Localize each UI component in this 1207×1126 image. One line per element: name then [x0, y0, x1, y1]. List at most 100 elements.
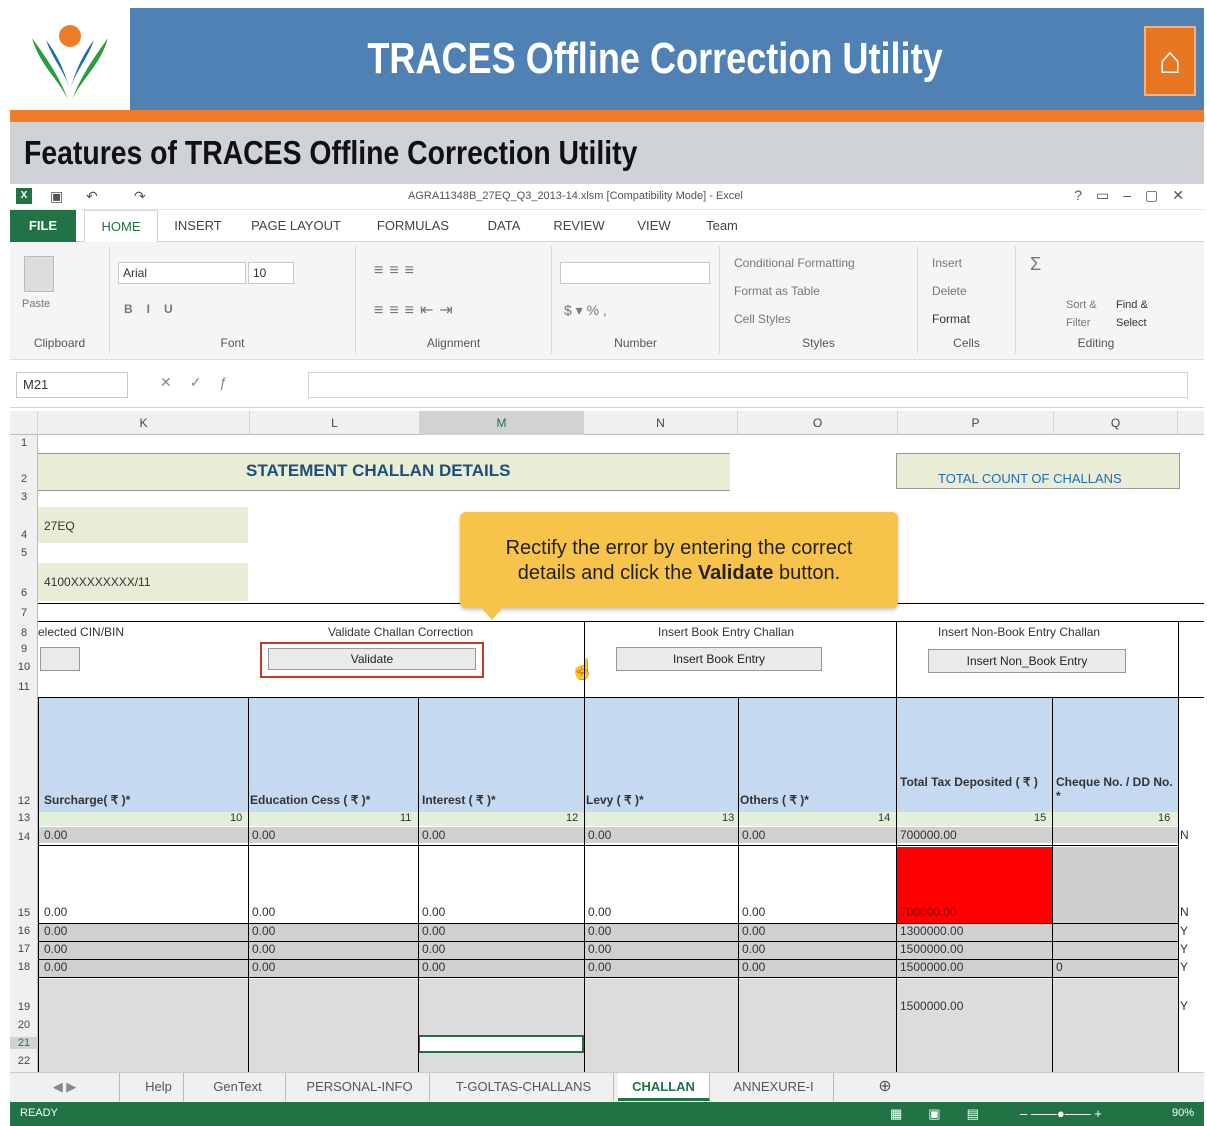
- r16-surcharge[interactable]: 0.00: [44, 924, 67, 938]
- align-icons[interactable]: ≡≡≡: [374, 262, 420, 280]
- indent-icons[interactable]: ≡≡≡⇤⇥: [374, 300, 459, 320]
- r14-surcharge[interactable]: 0.00: [44, 828, 67, 842]
- row-21[interactable]: 21: [10, 1037, 38, 1049]
- row-1[interactable]: 1: [10, 437, 38, 449]
- r17-surcharge[interactable]: 0.00: [44, 942, 67, 956]
- tab-team[interactable]: Team: [694, 210, 750, 242]
- row-6[interactable]: 6: [10, 587, 38, 599]
- view-mode-icons[interactable]: ▦▣▤: [890, 1106, 1005, 1122]
- r15-levy[interactable]: 0.00: [588, 905, 611, 919]
- r17-others[interactable]: 0.00: [742, 942, 765, 956]
- r15-surcharge[interactable]: 0.00: [44, 905, 67, 919]
- sheet-tab-gentext[interactable]: GenText: [190, 1073, 286, 1101]
- col-k[interactable]: K: [38, 411, 250, 435]
- r15-flag[interactable]: N: [1180, 905, 1189, 919]
- insert-cells-button[interactable]: Insert: [932, 256, 962, 270]
- r19-flag[interactable]: Y: [1180, 999, 1188, 1013]
- tab-home[interactable]: HOME: [84, 210, 158, 243]
- autosum-icon[interactable]: Σ: [1030, 254, 1041, 275]
- r16-levy[interactable]: 0.00: [588, 924, 611, 938]
- sheet-tab-goltas-challans[interactable]: T-GOLTAS-CHALLANS: [434, 1073, 614, 1101]
- insert-book-entry-button[interactable]: Insert Book Entry: [616, 647, 822, 671]
- r16-total[interactable]: 1300000.00: [900, 924, 963, 938]
- col-m[interactable]: M: [420, 411, 584, 435]
- r16-flag[interactable]: Y: [1180, 924, 1188, 938]
- row-19[interactable]: 19: [10, 1001, 38, 1013]
- row-16[interactable]: 16: [10, 925, 38, 937]
- row-15[interactable]: 15: [10, 907, 38, 919]
- font-style-icons[interactable]: BIU: [124, 302, 187, 316]
- number-format-combo[interactable]: [560, 262, 710, 284]
- r14-levy[interactable]: 0.00: [588, 828, 611, 842]
- validate-button[interactable]: Validate: [268, 648, 476, 670]
- row-7[interactable]: 7: [10, 607, 38, 619]
- r18-levy[interactable]: 0.00: [588, 960, 611, 974]
- redo-icon[interactable]: ↷: [134, 188, 146, 205]
- row-3[interactable]: 3: [10, 491, 38, 503]
- r17-levy[interactable]: 0.00: [588, 942, 611, 956]
- r18-flag[interactable]: Y: [1180, 960, 1188, 974]
- row-20[interactable]: 20: [10, 1019, 38, 1031]
- r18-total[interactable]: 1500000.00: [900, 960, 963, 974]
- r17-cess[interactable]: 0.00: [252, 942, 275, 956]
- col-o[interactable]: O: [738, 411, 898, 435]
- r14-others[interactable]: 0.00: [742, 828, 765, 842]
- tab-view[interactable]: VIEW: [626, 210, 682, 242]
- r18-cheque[interactable]: 0: [1056, 960, 1063, 974]
- r17-flag[interactable]: Y: [1180, 942, 1188, 956]
- row-10[interactable]: 10: [10, 661, 38, 673]
- tab-page-layout[interactable]: PAGE LAYOUT: [244, 210, 348, 242]
- r18-cess[interactable]: 0.00: [252, 960, 275, 974]
- col-n[interactable]: N: [584, 411, 738, 435]
- row-8[interactable]: 8: [10, 627, 38, 639]
- r19-total[interactable]: 1500000.00: [900, 999, 963, 1013]
- tab-review[interactable]: REVIEW: [546, 210, 612, 242]
- r15-cess[interactable]: 0.00: [252, 905, 275, 919]
- col-p[interactable]: P: [898, 411, 1054, 435]
- find-select-button[interactable]: Find & Select: [1116, 296, 1166, 332]
- row-17[interactable]: 17: [10, 943, 38, 955]
- col-q[interactable]: Q: [1054, 411, 1178, 435]
- sheet-nav-arrows[interactable]: ◀ ▶: [10, 1073, 120, 1101]
- row-22[interactable]: 22: [10, 1055, 38, 1067]
- row-5[interactable]: 5: [10, 547, 38, 559]
- r14-interest[interactable]: 0.00: [422, 828, 445, 842]
- row-13[interactable]: 13: [10, 812, 38, 824]
- sheet-tab-help[interactable]: Help: [134, 1073, 184, 1101]
- font-name-combo[interactable]: Arial: [118, 262, 246, 284]
- r15-interest[interactable]: 0.00: [422, 905, 445, 919]
- col-l[interactable]: L: [250, 411, 420, 435]
- tab-formulas[interactable]: FORMULAS: [370, 210, 456, 242]
- window-controls[interactable]: ?▭–▢✕: [1074, 187, 1198, 204]
- tab-insert[interactable]: INSERT: [170, 210, 226, 242]
- row-2[interactable]: 2: [10, 473, 38, 485]
- r15-others[interactable]: 0.00: [742, 905, 765, 919]
- r18-interest[interactable]: 0.00: [422, 960, 445, 974]
- undo-icon[interactable]: ↶: [86, 188, 98, 205]
- paste-icon[interactable]: [24, 256, 54, 292]
- row-14[interactable]: 14: [10, 831, 38, 843]
- format-cells-button[interactable]: Format: [932, 312, 970, 326]
- delete-cells-button[interactable]: Delete: [932, 284, 967, 298]
- select-all[interactable]: [10, 411, 38, 435]
- format-as-table-button[interactable]: Format as Table: [734, 284, 820, 298]
- r17-total[interactable]: 1500000.00: [900, 942, 963, 956]
- sheet-tab-challan[interactable]: CHALLAN: [618, 1073, 710, 1101]
- r14-flag[interactable]: N: [1180, 828, 1189, 842]
- r16-cess[interactable]: 0.00: [252, 924, 275, 938]
- cell-styles-button[interactable]: Cell Styles: [734, 312, 791, 326]
- row-9[interactable]: 9: [10, 643, 38, 655]
- r18-others[interactable]: 0.00: [742, 960, 765, 974]
- zoom-slider[interactable]: – ——●—— +: [1020, 1106, 1102, 1121]
- row-12[interactable]: 12: [10, 795, 38, 807]
- row-18[interactable]: 18: [10, 961, 38, 973]
- tab-data[interactable]: DATA: [476, 210, 532, 242]
- home-icon[interactable]: ⌂: [1144, 26, 1196, 96]
- sheet-tab-annexure[interactable]: ANNEXURE-I: [714, 1073, 834, 1101]
- formula-icons[interactable]: ✕✓ƒ: [160, 374, 245, 391]
- r16-interest[interactable]: 0.00: [422, 924, 445, 938]
- save-icon[interactable]: ▣: [50, 188, 63, 205]
- name-box[interactable]: M21: [16, 372, 128, 398]
- insert-nonbook-entry-button[interactable]: Insert Non_Book Entry: [928, 649, 1126, 673]
- row-11[interactable]: 11: [10, 681, 38, 693]
